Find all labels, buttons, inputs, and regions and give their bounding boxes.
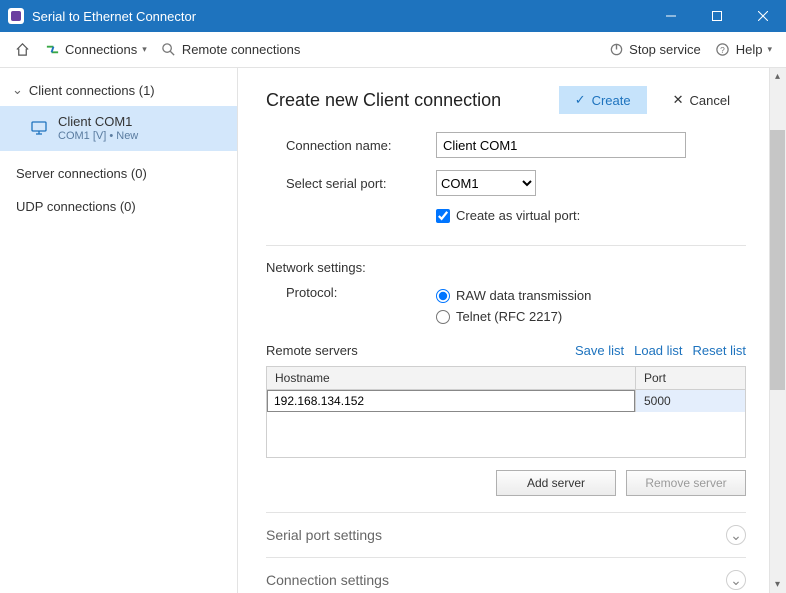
sidebar-group-client-label: Client connections (1) <box>29 83 155 98</box>
help-icon: ? <box>715 42 731 58</box>
help-menu[interactable]: ? Help ▾ <box>711 38 776 62</box>
sidebar: ⌄ Client connections (1) Client COM1 COM… <box>0 68 238 593</box>
search-icon <box>161 42 177 58</box>
app-icon <box>8 8 24 24</box>
add-server-button[interactable]: Add server <box>496 470 616 496</box>
save-list-link[interactable]: Save list <box>575 343 624 358</box>
svg-text:?: ? <box>720 45 725 55</box>
page-title: Create new Client connection <box>266 90 559 111</box>
chevron-down-icon: ⌄ <box>726 525 746 545</box>
connection-name-input[interactable] <box>436 132 686 158</box>
scroll-up-icon[interactable]: ▴ <box>769 68 786 85</box>
toolbar: Connections ▾ Remote connections Stop se… <box>0 32 786 68</box>
sidebar-group-server-label: Server connections (0) <box>16 166 147 181</box>
window-title: Serial to Ethernet Connector <box>32 9 196 24</box>
scroll-thumb[interactable] <box>770 130 785 390</box>
check-icon: ✓ <box>575 92 586 108</box>
remote-connections-button[interactable]: Remote connections <box>157 38 305 62</box>
remote-servers-title: Remote servers <box>266 343 565 358</box>
stop-service-label: Stop service <box>629 42 701 57</box>
stop-service-button[interactable]: Stop service <box>604 38 705 62</box>
close-icon: ✕ <box>673 92 684 108</box>
col-port: Port <box>635 367 745 389</box>
select-port-label: Select serial port: <box>286 176 436 191</box>
load-list-link[interactable]: Load list <box>634 343 682 358</box>
close-button[interactable] <box>740 0 786 32</box>
minimize-button[interactable] <box>648 0 694 32</box>
sidebar-group-udp-label: UDP connections (0) <box>16 199 136 214</box>
cancel-button[interactable]: ✕ Cancel <box>657 86 746 114</box>
sidebar-group-client[interactable]: ⌄ Client connections (1) <box>0 74 237 106</box>
protocol-label: Protocol: <box>286 285 436 300</box>
maximize-button[interactable] <box>694 0 740 32</box>
sidebar-item-label: Client COM1 <box>58 114 138 130</box>
power-icon <box>608 42 624 58</box>
connections-label: Connections <box>65 42 137 57</box>
protocol-raw-label: RAW data transmission <box>456 288 591 303</box>
monitor-icon <box>30 119 48 137</box>
serial-port-select[interactable]: COM1 <box>436 170 536 196</box>
protocol-telnet-radio[interactable] <box>436 310 450 324</box>
reset-list-link[interactable]: Reset list <box>693 343 746 358</box>
chevron-down-icon: ▾ <box>767 44 772 55</box>
titlebar: Serial to Ethernet Connector <box>0 0 786 32</box>
home-button[interactable] <box>10 38 34 62</box>
sidebar-group-udp[interactable]: UDP connections (0) <box>16 190 221 223</box>
connection-settings-section[interactable]: Connection settings ⌄ <box>266 557 746 593</box>
create-button[interactable]: ✓ Create <box>559 86 647 114</box>
connection-name-label: Connection name: <box>286 138 436 153</box>
sidebar-item-sublabel: COM1 [V] • New <box>58 130 138 143</box>
chevron-down-icon: ▾ <box>142 44 147 55</box>
cancel-button-label: Cancel <box>690 93 730 108</box>
home-icon <box>14 42 30 58</box>
protocol-telnet-label: Telnet (RFC 2217) <box>456 309 562 324</box>
serial-port-settings-label: Serial port settings <box>266 527 382 543</box>
table-row[interactable]: 5000 <box>267 390 745 412</box>
hostname-input[interactable] <box>267 390 635 412</box>
col-hostname: Hostname <box>267 367 635 389</box>
serial-port-settings-section[interactable]: Serial port settings ⌄ <box>266 512 746 557</box>
remove-server-label: Remove server <box>645 476 726 490</box>
scrollbar[interactable]: ▴ ▾ <box>769 68 786 593</box>
sidebar-group-server[interactable]: Server connections (0) <box>16 157 221 190</box>
help-label: Help <box>736 42 763 57</box>
sidebar-item-client-com1[interactable]: Client COM1 COM1 [V] • New <box>0 106 237 151</box>
connections-icon <box>44 42 60 58</box>
port-cell[interactable]: 5000 <box>635 390 745 412</box>
remote-connections-label: Remote connections <box>182 42 301 57</box>
chevron-down-icon: ⌄ <box>12 82 23 98</box>
remove-server-button[interactable]: Remove server <box>626 470 746 496</box>
protocol-raw-radio[interactable] <box>436 289 450 303</box>
connections-menu[interactable]: Connections ▾ <box>40 38 151 62</box>
network-settings-title: Network settings: <box>266 260 746 275</box>
connection-settings-label: Connection settings <box>266 572 389 588</box>
add-server-label: Add server <box>527 476 585 490</box>
chevron-down-icon: ⌄ <box>726 570 746 590</box>
create-virtual-checkbox[interactable] <box>436 209 450 223</box>
create-virtual-label: Create as virtual port: <box>456 208 580 223</box>
scroll-down-icon[interactable]: ▾ <box>769 576 786 593</box>
create-button-label: Create <box>592 93 631 108</box>
remote-servers-table: Hostname Port 5000 <box>266 366 746 458</box>
